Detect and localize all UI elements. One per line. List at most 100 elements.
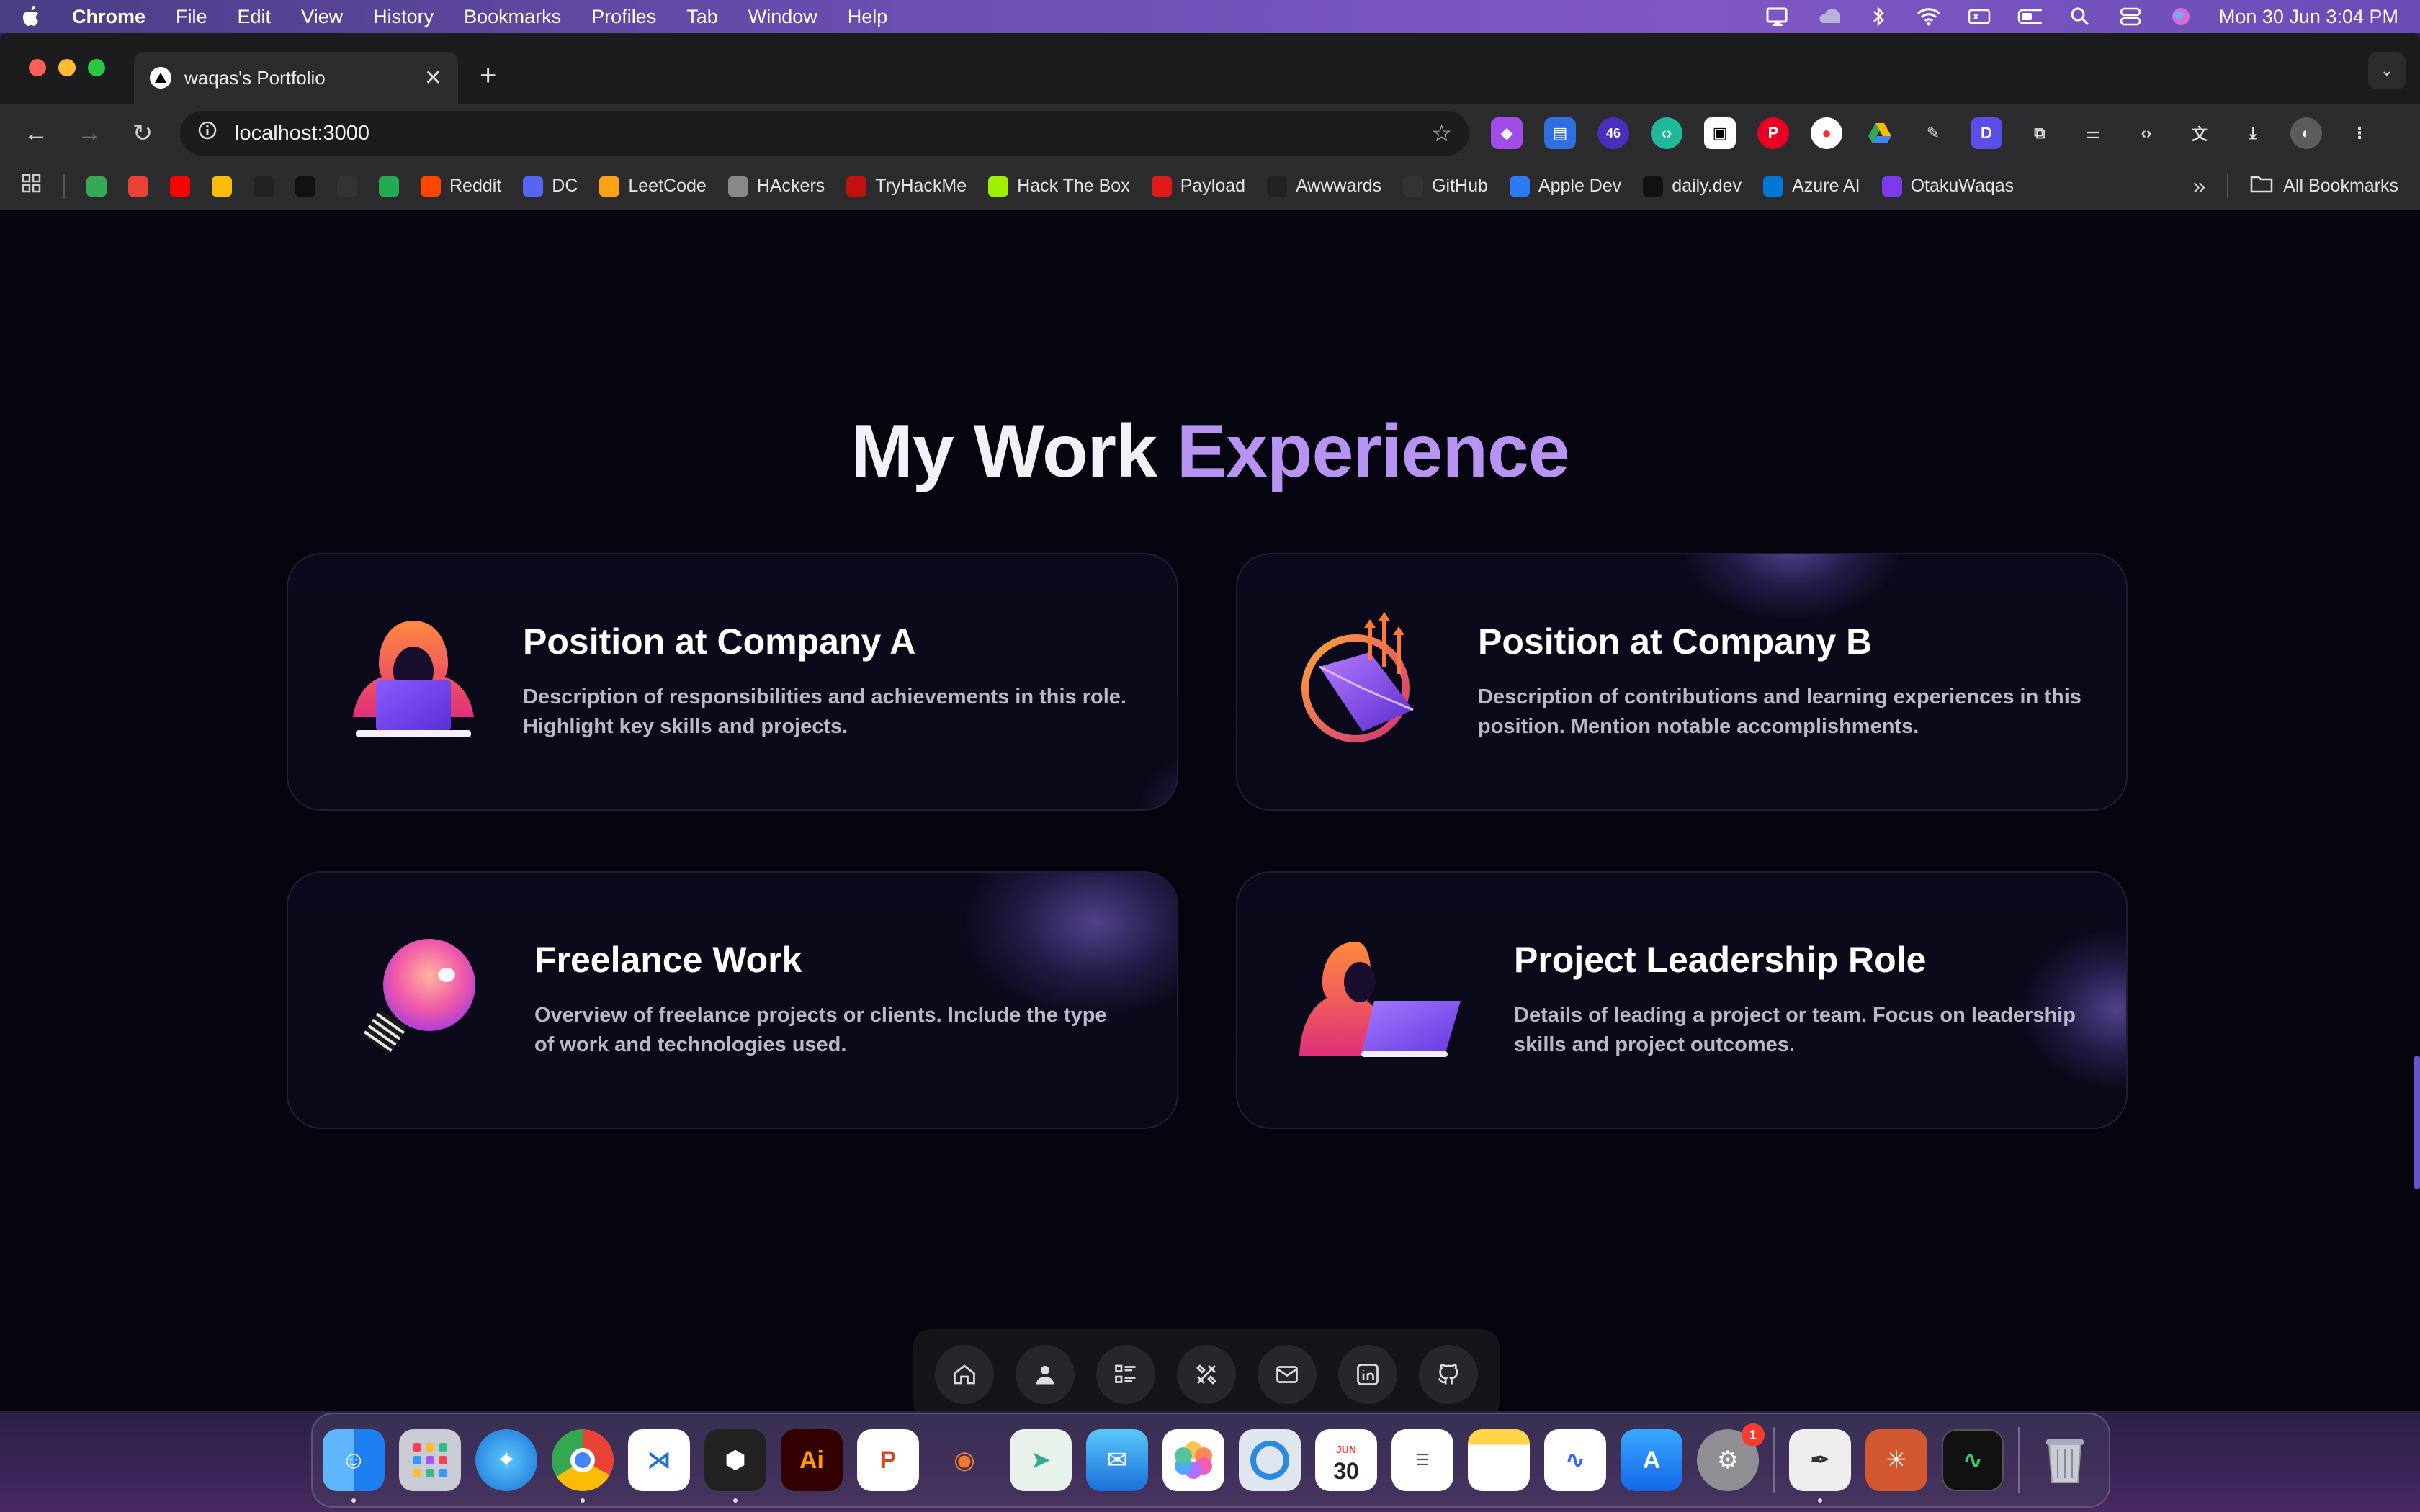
cloud-icon[interactable] [1816, 7, 1840, 26]
extension-code-icon[interactable]: ‹› [1651, 117, 1682, 149]
menu-bookmarks[interactable]: Bookmarks [464, 6, 561, 28]
bookmark-item[interactable] [212, 176, 232, 197]
menu-edit[interactable]: Edit [238, 6, 272, 28]
new-tab-button[interactable]: + [480, 60, 496, 92]
pen-app-icon[interactable]: ✒ [1789, 1429, 1851, 1503]
siri-icon[interactable] [2169, 7, 2193, 26]
more-menu-icon[interactable]: ⋮ [2344, 117, 2375, 149]
safari-icon[interactable]: ✦ [475, 1429, 537, 1491]
mail-icon[interactable] [1258, 1345, 1317, 1404]
powerpoint-icon[interactable]: P [857, 1429, 919, 1491]
extension-copy-icon[interactable]: ▤ [1544, 117, 1576, 149]
finder-icon[interactable]: ☺ [323, 1429, 385, 1503]
all-bookmarks-button[interactable]: All Bookmarks [2250, 174, 2398, 198]
bookmark-item[interactable] [295, 176, 315, 197]
bookmark-item[interactable]: HAckers [727, 176, 825, 197]
menu-help[interactable]: Help [848, 6, 888, 28]
bookmark-item[interactable] [86, 176, 107, 197]
extension-mixer-icon[interactable]: ⚌ [2077, 117, 2109, 149]
experience-card-freelance[interactable]: Freelance Work Overview of freelance pro… [287, 871, 1178, 1129]
unity-icon[interactable]: ⬢ [704, 1429, 766, 1503]
tab-close-icon[interactable]: ✕ [424, 66, 442, 91]
control-center-icon[interactable] [2118, 7, 2143, 26]
extension-d-icon[interactable]: D [1971, 117, 2002, 149]
menu-tab[interactable]: Tab [686, 6, 718, 28]
calendar-icon[interactable]: JUN 30 [1315, 1429, 1377, 1491]
vscode-icon[interactable]: ⋊ [628, 1429, 690, 1491]
screen-mirror-icon[interactable] [1765, 7, 1790, 26]
close-window-button[interactable] [29, 59, 46, 76]
reminders-icon[interactable]: ☰ [1392, 1429, 1453, 1491]
claude-icon[interactable]: ✳ [1865, 1429, 1927, 1491]
photos-icon[interactable] [1162, 1429, 1224, 1491]
translate-icon[interactable]: 文 [2184, 117, 2215, 149]
bookmark-item[interactable] [254, 176, 274, 197]
pokeball-icon[interactable]: ● [1811, 117, 1842, 149]
menu-profiles[interactable]: Profiles [591, 6, 656, 28]
activity-monitor-icon[interactable]: ∿ [1942, 1429, 2004, 1491]
menu-app-name[interactable]: Chrome [72, 6, 145, 28]
menu-file[interactable]: File [176, 6, 207, 28]
bookmark-item[interactable] [379, 176, 399, 197]
page-scrollbar[interactable] [2414, 1056, 2420, 1189]
forward-arrow-icon[interactable]: → [73, 117, 105, 149]
zoom-window-button[interactable] [88, 59, 105, 76]
url-text[interactable]: localhost:3000 [235, 122, 1414, 145]
menu-view[interactable]: View [301, 6, 343, 28]
spotlight-search-icon[interactable] [2068, 7, 2092, 26]
apple-menu-icon[interactable] [22, 4, 43, 29]
pinterest-icon[interactable]: P [1757, 117, 1789, 149]
illustrator-icon[interactable]: Ai [781, 1429, 843, 1491]
battery-icon[interactable] [2017, 7, 2042, 26]
extension-gradient-icon[interactable]: ◆ [1491, 117, 1523, 149]
bookmark-item[interactable]: Awwwards [1267, 176, 1381, 197]
display-icon[interactable] [1967, 7, 1991, 26]
bookmark-item[interactable]: daily.dev [1643, 176, 1742, 197]
address-bar[interactable]: localhost:3000 ☆ [180, 111, 1469, 156]
bookmark-star-icon[interactable]: ☆ [1431, 120, 1452, 147]
mail-app-icon[interactable]: ✉ [1086, 1429, 1148, 1491]
bookmark-item[interactable]: OtakuWaqas [1881, 176, 2014, 197]
github-icon[interactable] [1419, 1345, 1478, 1404]
eyedropper-icon[interactable]: ✎ [1917, 117, 1949, 149]
notes-icon[interactable] [1468, 1429, 1530, 1491]
extension-badge-icon[interactable]: 46 [1597, 117, 1629, 149]
bookmark-item[interactable] [337, 176, 357, 197]
download-icon[interactable]: ⤓ [2237, 117, 2269, 149]
bookmark-item[interactable]: TryHackMe [846, 176, 967, 197]
bookmark-item[interactable]: LeetCode [599, 176, 707, 197]
freeform-icon[interactable]: ∿ [1544, 1429, 1606, 1491]
extensions-puzzle-icon[interactable]: ⧉ [2024, 117, 2056, 149]
bookmark-item[interactable]: DC [523, 176, 578, 197]
experience-card-company-b[interactable]: Position at Company B Description of con… [1236, 553, 2128, 811]
bookmark-item[interactable] [170, 176, 190, 197]
menu-history[interactable]: History [373, 6, 434, 28]
devtools-code-icon[interactable]: ‹› [2130, 117, 2162, 149]
blender-icon[interactable]: ◉ [933, 1429, 995, 1491]
active-tab[interactable]: waqas's Portfolio ✕ [134, 52, 458, 104]
menu-window[interactable]: Window [748, 6, 817, 28]
bookmark-item[interactable]: Reddit [421, 176, 501, 197]
trash-icon[interactable] [2034, 1429, 2096, 1491]
bookmarks-overflow-chevron-icon[interactable]: » [2192, 173, 2205, 199]
user-icon[interactable] [1016, 1345, 1075, 1404]
tools-icon[interactable] [1177, 1345, 1236, 1404]
menubar-clock[interactable]: Mon 30 Jun 3:04 PM [2219, 6, 2398, 28]
home-icon[interactable] [935, 1345, 994, 1404]
reload-icon[interactable]: ↻ [127, 117, 158, 149]
launchpad-icon[interactable] [399, 1429, 461, 1491]
minimize-window-button[interactable] [58, 59, 76, 76]
extension-terminal-icon[interactable]: ▣ [1704, 117, 1736, 149]
site-info-icon[interactable] [197, 120, 218, 146]
tab-search-chevron-icon[interactable]: ⌄ [2368, 52, 2406, 89]
app-store-icon[interactable]: A [1621, 1429, 1682, 1491]
bookmark-item[interactable]: Apple Dev [1509, 176, 1621, 197]
linkedin-icon[interactable] [1338, 1345, 1397, 1404]
bookmark-item[interactable]: Payload [1151, 176, 1245, 197]
screen-sharing-icon[interactable] [1239, 1429, 1301, 1491]
bluetooth-icon[interactable] [1866, 6, 1891, 27]
apps-grid-icon[interactable] [22, 174, 42, 199]
maps-icon[interactable]: ➤ [1010, 1429, 1072, 1491]
google-drive-icon[interactable] [1864, 117, 1896, 149]
back-arrow-icon[interactable]: ← [20, 117, 52, 149]
